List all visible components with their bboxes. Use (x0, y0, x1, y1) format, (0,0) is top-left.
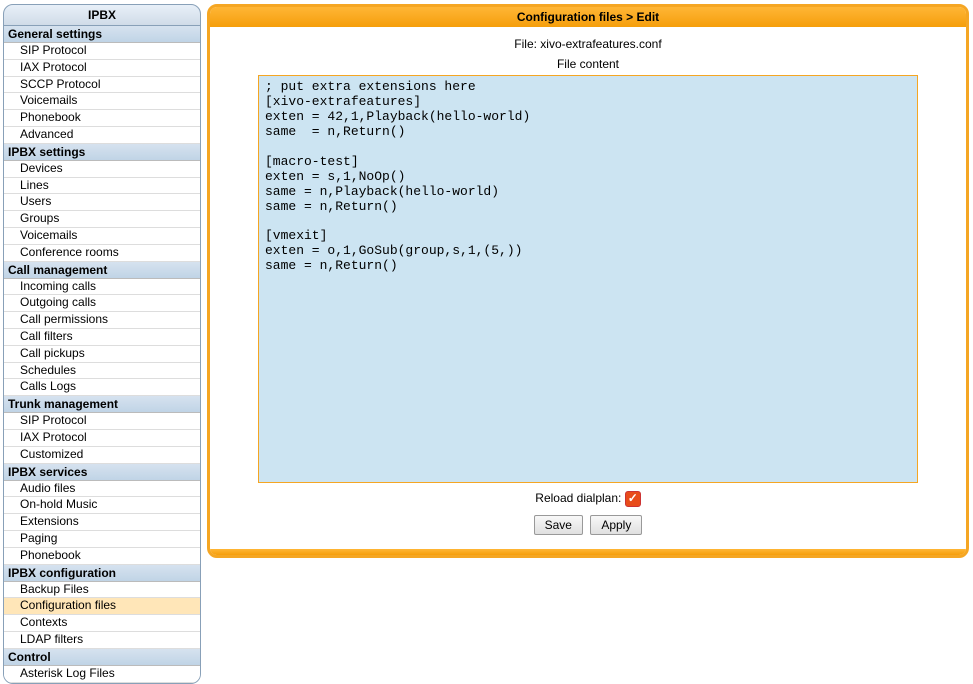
sidebar: IPBX General settingsSIP ProtocolIAX Pro… (3, 4, 201, 684)
section-header: IPBX settings (4, 144, 200, 161)
panel-footer-bar (210, 549, 966, 555)
sidebar-item[interactable]: Phonebook (4, 548, 200, 565)
sidebar-item[interactable]: Calls Logs (4, 379, 200, 396)
section-header: Trunk management (4, 396, 200, 413)
breadcrumb: Configuration files > Edit (210, 7, 966, 27)
reload-dialplan-label: Reload dialplan: (535, 491, 621, 505)
sidebar-item[interactable]: Call permissions (4, 312, 200, 329)
sidebar-item[interactable]: Incoming calls (4, 279, 200, 296)
sidebar-item[interactable]: Audio files (4, 481, 200, 498)
file-name-label: File: xivo-extrafeatures.conf (230, 37, 946, 51)
section-header: IPBX configuration (4, 565, 200, 582)
file-content-label: File content (230, 57, 946, 71)
sidebar-item[interactable]: Advanced (4, 127, 200, 144)
sidebar-item[interactable]: Devices (4, 161, 200, 178)
sidebar-item[interactable]: IAX Protocol (4, 60, 200, 77)
sidebar-item[interactable]: IAX Protocol (4, 430, 200, 447)
sidebar-item[interactable]: Call pickups (4, 346, 200, 363)
sidebar-item[interactable]: Voicemails (4, 228, 200, 245)
sidebar-item[interactable]: Configuration files (4, 598, 200, 615)
sidebar-item[interactable]: Call filters (4, 329, 200, 346)
sidebar-item[interactable]: Outgoing calls (4, 295, 200, 312)
reload-dialplan-checkbox[interactable] (625, 491, 641, 507)
apply-button[interactable]: Apply (590, 515, 642, 535)
sidebar-item[interactable]: Extensions (4, 514, 200, 531)
sidebar-item[interactable]: SIP Protocol (4, 43, 200, 60)
sidebar-item[interactable]: Users (4, 194, 200, 211)
sidebar-item[interactable]: Backup Files (4, 582, 200, 599)
sidebar-item[interactable]: Customized (4, 447, 200, 464)
sidebar-title: IPBX (3, 4, 201, 26)
section-header: General settings (4, 26, 200, 43)
sidebar-item[interactable]: LDAP filters (4, 632, 200, 649)
section-header: Control (4, 649, 200, 666)
sidebar-item[interactable]: Lines (4, 178, 200, 195)
sidebar-item[interactable]: Conference rooms (4, 245, 200, 262)
sidebar-item[interactable]: SCCP Protocol (4, 77, 200, 94)
sidebar-item[interactable]: Contexts (4, 615, 200, 632)
main-panel-wrapper: Configuration files > Edit File: xivo-ex… (207, 4, 969, 684)
sidebar-item[interactable]: SIP Protocol (4, 413, 200, 430)
sidebar-item[interactable]: Schedules (4, 363, 200, 380)
save-button[interactable]: Save (534, 515, 583, 535)
section-header: Call management (4, 262, 200, 279)
sidebar-item[interactable]: Groups (4, 211, 200, 228)
sidebar-item[interactable]: On-hold Music (4, 497, 200, 514)
sidebar-item[interactable]: Paging (4, 531, 200, 548)
sidebar-item[interactable]: Asterisk Log Files (4, 666, 200, 683)
sidebar-item[interactable]: Phonebook (4, 110, 200, 127)
file-content-editor[interactable] (258, 75, 918, 483)
section-header: IPBX services (4, 464, 200, 481)
sidebar-item[interactable]: Voicemails (4, 93, 200, 110)
